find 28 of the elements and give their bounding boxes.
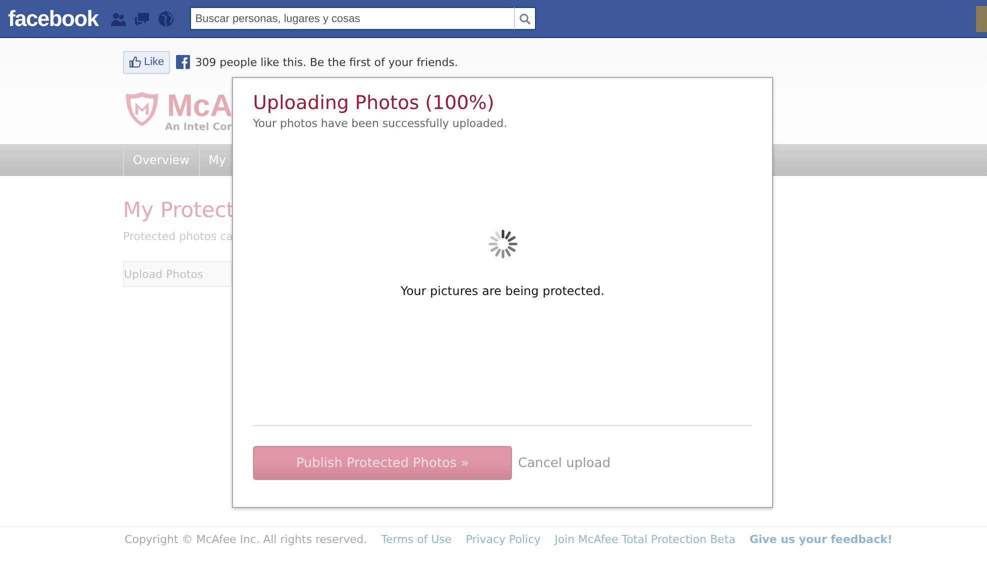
search-field[interactable]: Buscar personas, lugares y cosas bbox=[190, 7, 514, 30]
feedback-link[interactable]: Give us your feedback! bbox=[749, 532, 892, 546]
chat-icon[interactable] bbox=[134, 10, 150, 26]
footer-link[interactable]: Terms of Use bbox=[381, 532, 452, 546]
footer-link[interactable]: Privacy Policy bbox=[466, 532, 541, 546]
dialog-subtitle: Your photos have been successfully uploaded. bbox=[253, 117, 508, 130]
search-button[interactable] bbox=[514, 7, 536, 30]
people-icon[interactable] bbox=[110, 10, 126, 26]
like-button[interactable]: Like bbox=[123, 50, 170, 74]
profile-picture[interactable] bbox=[976, 6, 987, 32]
loading-spinner-icon bbox=[486, 228, 518, 260]
page-title: My Protect bbox=[123, 198, 236, 222]
shield-logo-icon bbox=[123, 90, 161, 128]
cancel-upload-link[interactable]: Cancel upload bbox=[518, 456, 610, 470]
copyright-text: Copyright © McAfee Inc. All rights reserved. bbox=[124, 532, 368, 546]
nav-tab[interactable]: Overview bbox=[123, 144, 198, 176]
brand-tagline: An Intel Cor bbox=[165, 122, 232, 133]
like-count-text: 309 people like this. Be the first of your friends. bbox=[195, 56, 458, 68]
footer-link[interactable]: Join McAfee Total Protection Beta bbox=[554, 532, 736, 546]
dialog-title: Uploading Photos (100%) bbox=[253, 92, 494, 114]
thumbs-up-icon bbox=[129, 56, 141, 68]
status-message: Your pictures are being protected. bbox=[400, 284, 604, 298]
brand-name: McA bbox=[167, 90, 232, 122]
facebook-icon bbox=[176, 55, 190, 69]
search-icon[interactable] bbox=[519, 12, 532, 24]
upload-photos-button[interactable]: Upload Photos bbox=[123, 261, 232, 287]
globe-icon[interactable] bbox=[158, 10, 174, 26]
facebook-logo[interactable]: facebook bbox=[8, 6, 98, 32]
